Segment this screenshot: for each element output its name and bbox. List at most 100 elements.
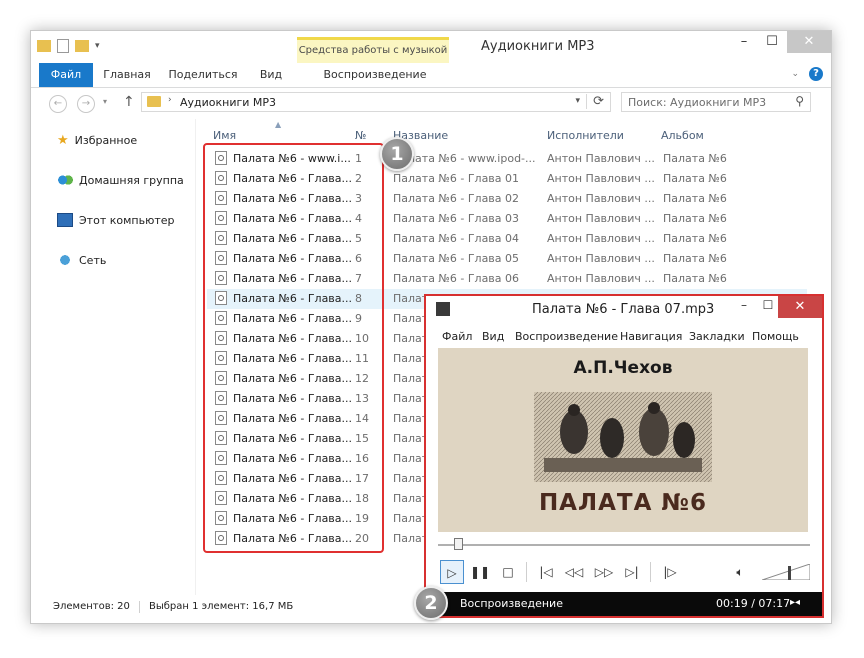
sidebar-item-label: Сеть — [79, 253, 107, 267]
expand-ribbon-icon[interactable]: ⌄ — [791, 69, 799, 79]
playback-status: Воспроизведение — [460, 597, 563, 610]
next-track-button[interactable]: ▷| — [620, 560, 644, 584]
minimize-button[interactable]: – — [731, 31, 757, 53]
play-button[interactable]: ▷ — [440, 560, 464, 584]
sidebar-item-label: Домашняя группа — [79, 173, 184, 187]
track-album: Палата №6 — [663, 152, 727, 165]
menu-view[interactable]: Вид — [482, 330, 504, 343]
seek-handle[interactable] — [454, 538, 463, 550]
forward-button[interactable]: → — [77, 95, 95, 113]
track-title: Палата №6 - www.ipod-... — [393, 152, 536, 165]
track-title: Палата №6 - Глава 04 — [393, 232, 520, 245]
column-header-album[interactable]: Альбом — [661, 129, 704, 142]
track-album: Палата №6 — [663, 172, 727, 185]
track-album: Палата №6 — [663, 272, 727, 285]
column-header-artists[interactable]: Исполнители — [547, 129, 624, 142]
playback-time: 00:19 / 07:17 — [716, 597, 791, 610]
tab-home[interactable]: Главная — [95, 63, 159, 87]
search-icon[interactable]: ⚲ — [795, 94, 804, 108]
album-cover: А.П.Чехов ПАЛАТА №6 — [438, 348, 808, 532]
menu-help[interactable]: Помощь — [752, 330, 799, 343]
resize-grip-icon[interactable]: ▸◂ — [790, 597, 800, 608]
track-title: Палата №6 - Глава 01 — [393, 172, 520, 185]
network-icon — [57, 253, 73, 267]
track-album: Палата №6 — [663, 232, 727, 245]
player-controls: ▷ ❚❚ □ |◁ ◁◁ ▷▷ ▷| |▷ 🔈︎ — [432, 558, 820, 586]
player-title-bar: Палата №6 - Глава 07.mp3 – ☐ ✕ — [426, 296, 822, 324]
tab-playback[interactable]: Воспроизведение — [299, 63, 451, 87]
close-button[interactable]: ✕ — [787, 31, 831, 53]
track-artist: Антон Павлович ... — [547, 152, 655, 165]
menu-navigation[interactable]: Навигация — [620, 330, 682, 343]
recent-locations-icon[interactable]: ▾ — [103, 97, 107, 106]
homegroup-icon — [57, 173, 73, 187]
sidebar-item-favorites[interactable]: ★ Избранное — [57, 131, 137, 149]
cover-author: А.П.Чехов — [573, 358, 673, 378]
player-maximize-button[interactable]: ☐ — [756, 298, 780, 312]
address-dropdown-icon[interactable]: ▾ — [575, 96, 580, 106]
player-title: Палата №6 - Глава 07.mp3 — [532, 302, 715, 317]
track-album: Палата №6 — [663, 252, 727, 265]
breadcrumb-separator-icon[interactable]: › — [168, 95, 172, 105]
volume-icon[interactable]: 🔈︎ — [728, 560, 752, 584]
folder-icon — [147, 96, 161, 107]
rewind-button[interactable]: ◁◁ — [562, 560, 586, 584]
player-app-icon — [436, 302, 450, 316]
contextual-tab-group: Средства работы с музыкой — [297, 37, 449, 63]
column-header-number[interactable]: № — [355, 129, 366, 142]
sidebar-item-homegroup[interactable]: Домашняя группа — [57, 171, 184, 189]
sidebar-item-this-pc[interactable]: Этот компьютер — [57, 211, 175, 229]
track-title: Палата №6 - Глава 02 — [393, 192, 520, 205]
ribbon-controls: ⌄ ? — [791, 67, 823, 81]
stop-button[interactable]: □ — [496, 560, 520, 584]
refresh-icon[interactable]: ⟳ — [586, 94, 604, 109]
title-bar: ▾ Средства работы с музыкой Аудиокниги M… — [31, 31, 831, 63]
menu-file[interactable]: Файл — [442, 330, 472, 343]
track-title: Палата №6 - Глава 05 — [393, 252, 520, 265]
properties-icon[interactable] — [57, 39, 69, 53]
computer-icon — [57, 213, 73, 227]
sidebar-item-network[interactable]: Сеть — [57, 251, 106, 269]
track-artist: Антон Павлович ... — [547, 192, 655, 205]
menu-playback[interactable]: Воспроизведение — [515, 330, 618, 343]
maximize-button[interactable]: ☐ — [759, 31, 785, 53]
tab-file[interactable]: Файл — [39, 63, 93, 87]
search-input[interactable]: Поиск: Аудиокниги MP3 ⚲ — [621, 92, 811, 112]
star-icon: ★ — [57, 132, 69, 148]
track-title: Палата №6 - Глава 03 — [393, 212, 520, 225]
seek-track[interactable] — [438, 544, 810, 546]
sort-ascending-icon: ▲ — [275, 120, 282, 129]
pause-button[interactable]: ❚❚ — [468, 560, 492, 584]
address-path[interactable]: Аудиокниги MP3 — [180, 96, 276, 109]
tab-view[interactable]: Вид — [249, 63, 293, 87]
tab-share[interactable]: Поделиться — [163, 63, 243, 87]
track-artist: Антон Павлович ... — [547, 252, 655, 265]
volume-slider[interactable] — [762, 564, 810, 580]
back-button[interactable]: ← — [49, 95, 67, 113]
track-artist: Антон Павлович ... — [547, 232, 655, 245]
status-divider — [139, 601, 140, 613]
controls-separator — [650, 562, 651, 582]
cover-title: ПАЛАТА №6 — [538, 490, 708, 516]
quick-access-toolbar: ▾ — [37, 39, 100, 53]
callout-badge-1: 1 — [380, 137, 414, 171]
frame-step-button[interactable]: |▷ — [658, 560, 682, 584]
track-album: Палата №6 — [663, 212, 727, 225]
controls-separator — [526, 562, 527, 582]
column-header-name[interactable]: Имя — [213, 129, 236, 142]
seek-bar[interactable] — [438, 538, 810, 550]
track-title: Палата №6 - Глава 06 — [393, 272, 520, 285]
help-icon[interactable]: ? — [809, 67, 823, 81]
folder-icon — [37, 40, 51, 52]
new-folder-icon[interactable] — [75, 40, 89, 52]
menu-bookmarks[interactable]: Закладки — [689, 330, 745, 343]
player-close-button[interactable]: ✕ — [778, 296, 822, 318]
sidebar-item-label: Этот компьютер — [79, 213, 175, 227]
previous-track-button[interactable]: |◁ — [534, 560, 558, 584]
address-bar[interactable]: › Аудиокниги MP3 ▾ ⟳ — [141, 92, 611, 112]
fast-forward-button[interactable]: ▷▷ — [592, 560, 616, 584]
audio-player-window: Палата №6 - Глава 07.mp3 – ☐ ✕ Файл Вид … — [424, 294, 824, 618]
up-button[interactable]: ↑ — [123, 94, 135, 110]
qat-dropdown-icon[interactable]: ▾ — [95, 41, 100, 51]
player-minimize-button[interactable]: – — [732, 298, 756, 312]
